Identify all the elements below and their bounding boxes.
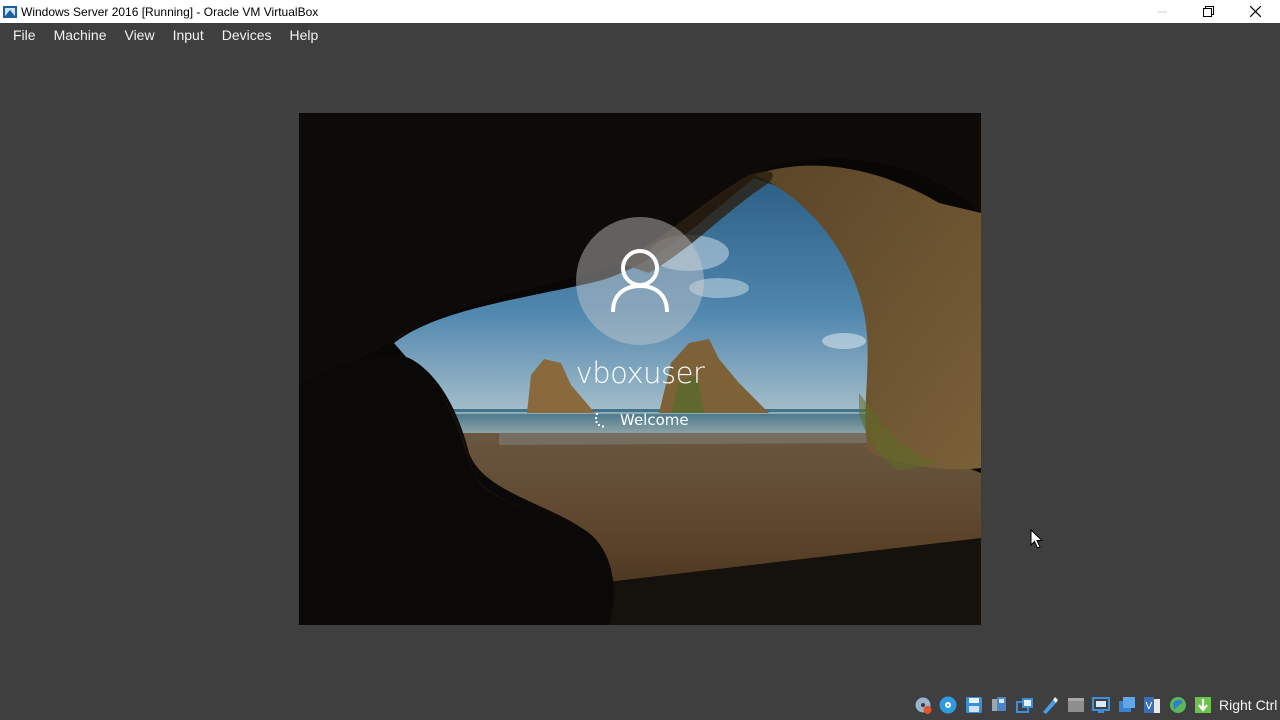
close-icon (1249, 6, 1261, 17)
optical-drive-icon (939, 696, 957, 714)
optical-drive-indicator[interactable] (938, 695, 959, 715)
network-icon (1015, 698, 1033, 713)
recording-indicator[interactable] (1116, 695, 1137, 715)
close-button[interactable] (1232, 0, 1278, 23)
vm-status-bar: V Right Ctrl (912, 694, 1277, 716)
keyboard-icon (1195, 697, 1211, 713)
network-indicator[interactable] (1014, 695, 1035, 715)
hard-disk-icon (914, 696, 931, 714)
shared-folders-icon (1067, 698, 1084, 712)
host-key-label: Right Ctrl (1219, 697, 1278, 713)
restore-button[interactable] (1185, 0, 1231, 23)
user-avatar (576, 217, 704, 345)
menu-view[interactable]: View (115, 23, 163, 47)
minimize-icon (1157, 11, 1167, 12)
virtualbox-icon (3, 5, 17, 18)
audio-indicator[interactable] (989, 695, 1010, 715)
menu-help[interactable]: Help (281, 23, 328, 47)
title-bar[interactable]: Windows Server 2016 [Running] - Oracle V… (0, 0, 1280, 23)
cpu-icon: V (1144, 697, 1160, 713)
vm-display[interactable]: vboxuser Welcome (299, 113, 981, 625)
username-label: vboxuser (575, 356, 705, 390)
user-icon (611, 249, 669, 313)
floppy-icon (965, 697, 982, 713)
keyboard-indicator[interactable] (1193, 695, 1214, 715)
floppy-indicator[interactable] (963, 695, 984, 715)
audio-icon (992, 697, 1006, 711)
welcome-status: Welcome (594, 410, 689, 430)
usb-indicator[interactable] (1040, 695, 1061, 715)
mouse-integration-icon (1169, 697, 1186, 713)
usb-icon (1043, 697, 1058, 714)
recording-icon (1118, 697, 1135, 712)
hard-disk-indicator[interactable] (912, 695, 933, 715)
menu-input[interactable]: Input (164, 23, 213, 47)
menu-machine[interactable]: Machine (45, 23, 116, 47)
menu-file[interactable]: File (4, 23, 45, 47)
display-indicator[interactable] (1091, 695, 1112, 715)
menu-devices[interactable]: Devices (213, 23, 281, 47)
cpu-indicator[interactable]: V (1142, 695, 1163, 715)
window-title: Windows Server 2016 [Running] - Oracle V… (21, 4, 319, 19)
menu-bar: File Machine View Input Devices Help (0, 23, 1280, 47)
svg-text:V: V (1146, 701, 1153, 712)
shared-folders-indicator[interactable] (1065, 695, 1086, 715)
mouse-cursor-icon (1030, 529, 1044, 549)
loading-spinner-icon (594, 412, 605, 428)
mouse-integration-indicator[interactable] (1167, 695, 1188, 715)
minimize-button[interactable] (1139, 0, 1185, 23)
display-icon (1092, 697, 1110, 713)
welcome-text: Welcome (620, 411, 689, 429)
restore-icon (1202, 6, 1214, 17)
